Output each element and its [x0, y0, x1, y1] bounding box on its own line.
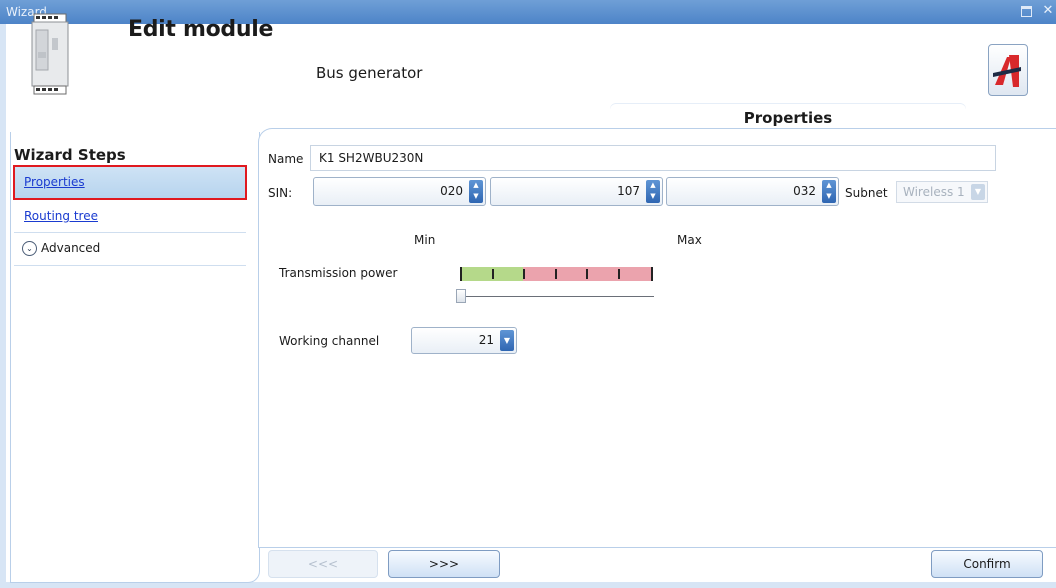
sin-value-1: 020: [440, 184, 463, 198]
working-channel-value: 21: [478, 333, 494, 347]
power-max-label: Max: [677, 233, 702, 247]
spinner-icon[interactable]: ▲ ▼: [822, 180, 836, 203]
power-scale-tick: [586, 269, 588, 279]
tab-properties[interactable]: Properties: [610, 104, 966, 130]
sin-label: SIN:: [268, 186, 293, 200]
sin-field-3[interactable]: 032 ▲ ▼: [666, 177, 839, 206]
spinner-icon[interactable]: ▲ ▼: [469, 180, 483, 203]
confirm-button[interactable]: Confirm: [931, 550, 1043, 578]
transmission-power-slider-track[interactable]: [460, 296, 654, 297]
power-min-label: Min: [414, 233, 436, 247]
subnet-value: Wireless 1: [903, 185, 965, 199]
chevron-down-icon[interactable]: ▼: [500, 330, 514, 351]
transmission-power-slider-thumb[interactable]: [456, 289, 466, 303]
page-title: Edit module: [128, 17, 274, 42]
chevron-down-icon[interactable]: ⌄: [22, 241, 37, 256]
wizard-steps-heading: Wizard Steps: [14, 146, 126, 164]
sin-value-2: 107: [617, 184, 640, 198]
transmission-power-label: Transmission power: [279, 266, 398, 280]
module-device-icon: [31, 13, 69, 95]
app-logo-icon: [993, 55, 1021, 87]
sin-value-3: 032: [793, 184, 816, 198]
sidebar-item-label[interactable]: Routing tree: [24, 209, 98, 223]
power-scale-tick: [523, 269, 525, 279]
close-icon[interactable]: ✕: [1040, 3, 1056, 19]
sin-field-1[interactable]: 020 ▲ ▼: [313, 177, 486, 206]
subnet-label: Subnet: [845, 186, 888, 200]
sidebar-item-properties[interactable]: Properties: [13, 165, 247, 200]
power-scale-tick: [618, 269, 620, 279]
sidebar-item-label[interactable]: Properties: [24, 175, 85, 189]
next-step-button[interactable]: >>>: [388, 550, 500, 578]
spinner-icon[interactable]: ▲ ▼: [646, 180, 660, 203]
name-label: Name: [268, 152, 304, 166]
name-field[interactable]: K1 SH2WBU230N: [310, 145, 996, 171]
module-type-label: Bus generator: [316, 64, 423, 82]
sidebar-item-label: Advanced: [41, 241, 101, 255]
sidebar-item-advanced[interactable]: ⌄ Advanced: [14, 233, 246, 266]
maximize-icon[interactable]: [1018, 3, 1034, 19]
app-logo-button[interactable]: [988, 44, 1028, 96]
sin-field-2[interactable]: 107 ▲ ▼: [490, 177, 663, 206]
chevron-down-icon: ▼: [971, 184, 985, 200]
transmission-power-scale: [460, 267, 653, 281]
power-scale-tick: [492, 269, 494, 279]
sidebar-item-routing-tree[interactable]: Routing tree: [14, 200, 246, 233]
working-channel-label: Working channel: [279, 334, 380, 348]
previous-step-button: <<<: [268, 550, 378, 578]
subnet-dropdown: Wireless 1 ▼: [896, 181, 988, 203]
power-scale-tick: [555, 269, 557, 279]
working-channel-dropdown[interactable]: 21 ▼: [411, 327, 517, 354]
